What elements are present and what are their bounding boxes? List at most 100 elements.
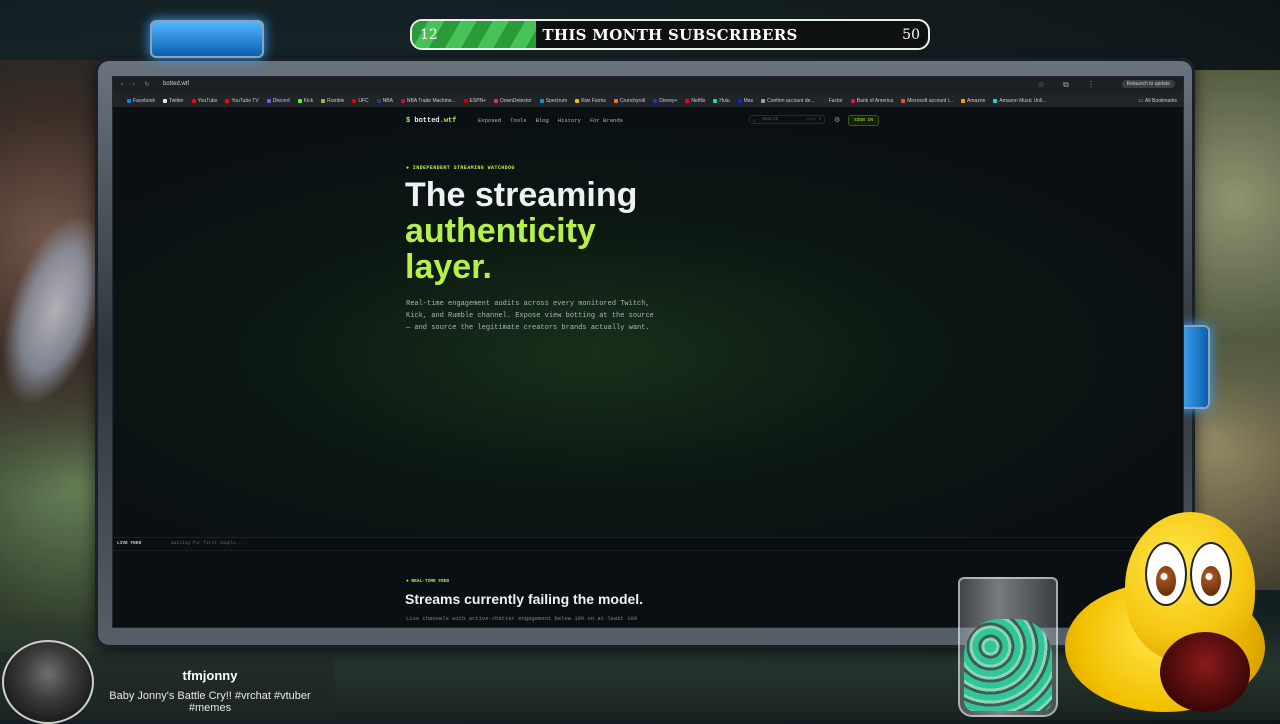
mascot-pupil (1156, 566, 1176, 596)
all-bookmarks-label: All Bookmarks (1145, 97, 1177, 104)
site-nav-links: Exposed Tools Blog History For Brands (478, 117, 623, 124)
site-logo[interactable]: $ botted.wtf (406, 117, 456, 125)
nav-link-blog[interactable]: Blog (536, 117, 549, 124)
bookmark-item[interactable]: YouTube (191, 97, 218, 104)
bookmark-label: DownDetector (500, 97, 532, 104)
mascot-character (1065, 512, 1280, 720)
bookmark-label: Spectrum (545, 97, 568, 104)
bookmark-item[interactable]: Spectrum (539, 97, 568, 104)
bookmark-favicon-icon (127, 98, 131, 103)
frame-light-left (150, 20, 264, 58)
candy-jar-fill (964, 619, 1052, 711)
sign-in-button[interactable]: SIGN IN (848, 115, 879, 126)
browser-window: ‹ › ↻ botted.wtf ☆ ⧉ ⋮ Relaunch to updat… (112, 76, 1184, 628)
bookmark-item[interactable]: Rumble (321, 98, 344, 104)
nav-link-for-brands[interactable]: For Brands (590, 117, 623, 124)
address-bar[interactable]: botted.wtf (163, 81, 189, 87)
bookmark-favicon-icon (822, 98, 827, 103)
live-feed-label: LIVE FEED (117, 541, 142, 546)
bookmark-favicon-icon (225, 98, 230, 103)
mascot-mouth (1160, 632, 1250, 712)
browser-toolbar: ‹ › ↻ botted.wtf ☆ ⧉ ⋮ Relaunch to updat… (113, 77, 1183, 94)
bookmark-label: NBA (382, 97, 393, 104)
gear-icon[interactable]: ⚙ (834, 116, 840, 125)
bookmark-item[interactable]: Disney+ (653, 98, 677, 104)
bookmark-item[interactable]: ESPN+ (463, 97, 487, 104)
bookmark-item[interactable]: UFC (352, 97, 369, 104)
bookmark-item[interactable]: Discord (266, 97, 290, 104)
nav-link-tools[interactable]: Tools (510, 117, 527, 124)
bookmark-label: Crunchyroll (619, 97, 646, 104)
mascot-pupil (1201, 566, 1221, 596)
bookmark-label: YouTube (197, 97, 218, 104)
bookmark-item[interactable]: Confirm account de... (761, 98, 815, 104)
bookmark-favicon-icon (761, 98, 766, 103)
bookmark-item[interactable]: Bank of America (850, 97, 894, 104)
logo-name: botted (414, 117, 440, 125)
bookmark-favicon-icon (321, 98, 326, 103)
hero-eyebrow: ● INDEPENDENT STREAMING WATCHDOG (406, 165, 515, 171)
bookmark-favicon-icon (961, 98, 966, 103)
bookmark-label: Amazon Music Unli... (999, 97, 1047, 104)
avatar (2, 640, 94, 724)
logo-dollar: $ (406, 117, 411, 125)
bookmark-favicon-icon (539, 98, 544, 103)
bookmark-item[interactable]: DownDetector (494, 98, 532, 104)
bookmark-item[interactable]: Amazon (961, 98, 985, 104)
bookmark-favicon-icon (297, 98, 302, 103)
bookmark-item[interactable]: Kiwi Farms (575, 98, 606, 104)
bookmark-favicon-icon (653, 98, 658, 103)
relaunch-button[interactable]: Relaunch to update (1121, 80, 1175, 88)
bookmark-label: NBA Trade Machine... (406, 97, 456, 104)
bookmark-item[interactable]: Netflix (685, 98, 705, 104)
bookmark-item[interactable]: Kick (297, 97, 314, 104)
bookmark-item[interactable]: Max (737, 97, 754, 104)
bookmark-label: Hulu (719, 97, 730, 104)
bookmark-favicon-icon (191, 98, 196, 103)
folder-icon: ▭ (1138, 97, 1144, 104)
live-feed-ticker: LIVE FEED · waiting for first sample... (113, 537, 1183, 551)
bookmark-item[interactable]: YouTube TV (225, 97, 259, 104)
nav-link-history[interactable]: History (558, 117, 581, 124)
stream-title: Baby Jonny's Battle Cry!! #vrchat #vtube… (109, 690, 311, 714)
bookmark-item[interactable]: NBA Trade Machine... (400, 97, 456, 104)
bookmark-label: Confirm account de... (767, 97, 815, 104)
candy-jar (958, 577, 1058, 717)
subscriber-goal-bar: 12 THIS MONTH SUBSCRIBERS 50 (410, 19, 930, 50)
bookmark-item[interactable]: Facebook (127, 98, 155, 104)
bookmark-label: UFC (358, 97, 369, 104)
site-header: $ botted.wtf Exposed Tools Blog History For … (113, 113, 1183, 129)
bookmark-favicon-icon (494, 98, 499, 103)
hero-title-line3: layer. (405, 248, 492, 286)
browser-nav-buttons[interactable]: ‹ › ↻ (121, 81, 153, 88)
bookmark-item[interactable]: Factor (822, 98, 843, 104)
bookmark-label: Discord (272, 97, 290, 104)
bookmark-label: Kick (303, 97, 314, 104)
section-eyebrow: ● REAL-TIME FEED (406, 579, 450, 584)
bookmark-favicon-icon (266, 98, 271, 103)
hero-title-accent: authenticity (405, 212, 596, 250)
bookmark-favicon-icon (613, 98, 618, 103)
bookmark-item[interactable]: Crunchyroll (613, 97, 646, 104)
all-bookmarks-button[interactable]: ▭ All Bookmarks (1138, 98, 1183, 104)
bookmark-label: Bank of America (856, 97, 894, 104)
bookmark-label: Netflix (691, 97, 706, 104)
nav-link-exposed[interactable]: Exposed (478, 117, 501, 124)
bookmark-item[interactable]: Microsoft account l... (901, 98, 953, 104)
bookmark-favicon-icon (901, 98, 906, 103)
logo-tld: .wtf (439, 117, 457, 125)
bookmark-label: Kiwi Farms (581, 97, 606, 104)
bookmark-favicon-icon (463, 98, 468, 103)
bookmark-item[interactable]: Twitter (162, 98, 184, 104)
bookmark-item[interactable]: Hulu (713, 97, 730, 104)
bookmark-favicon-icon (376, 98, 381, 103)
bookmark-label: Max (743, 97, 754, 104)
bookmark-label: ESPN+ (469, 97, 487, 104)
bookmark-item[interactable]: NBA (376, 97, 393, 104)
bookmark-favicon-icon (713, 98, 718, 103)
subscriber-goal-target: 50 (902, 27, 920, 43)
extensions-icon[interactable]: ☆ ⧉ ⋮ (1038, 80, 1103, 90)
search-input[interactable]: ⌕ Search ctrl K (749, 115, 825, 124)
bookmark-item[interactable]: Amazon Music Unli... (993, 98, 1046, 104)
bookmark-label: YouTube TV (231, 97, 259, 104)
